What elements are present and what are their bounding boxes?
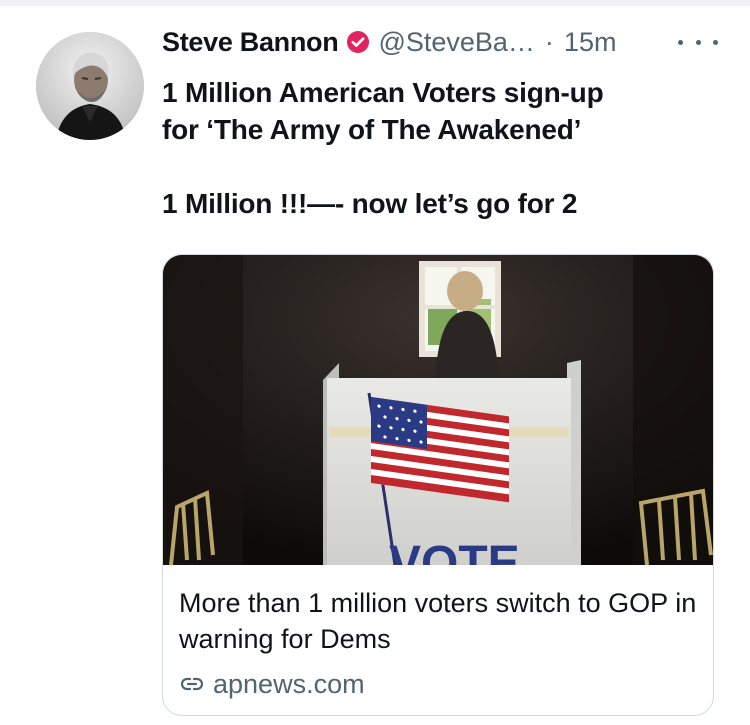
tweet-header: Steve Bannon @SteveBa… · 15m xyxy=(162,20,616,64)
avatar[interactable] xyxy=(36,32,144,140)
link-preview-card[interactable]: VOTE More than 1 million voters switch t… xyxy=(162,254,714,716)
more-dot xyxy=(713,39,718,45)
tweet-text-line: for ‘The Army of The Awakened’ xyxy=(162,114,582,145)
tweet-text-line: 1 Million !!!—- now let’s go for 2 xyxy=(162,188,578,219)
more-dot xyxy=(695,39,701,45)
link-domain-text: apnews.com xyxy=(213,668,365,699)
tweet-text: 1 Million American Voters sign-up for ‘T… xyxy=(162,74,722,222)
vote-text: VOTE xyxy=(389,537,520,565)
avatar-photo xyxy=(36,32,144,140)
verified-badge-icon xyxy=(346,30,370,54)
timestamp[interactable]: 15m xyxy=(564,27,617,58)
top-divider xyxy=(0,0,750,6)
display-name[interactable]: Steve Bannon xyxy=(162,27,339,58)
more-horizontal-icon[interactable] xyxy=(678,30,718,54)
link-card-title[interactable]: More than 1 million voters switch to GOP… xyxy=(179,585,704,657)
more-dot xyxy=(678,39,683,45)
user-handle[interactable]: @SteveBa… xyxy=(378,27,534,58)
link-icon xyxy=(179,671,205,697)
dot-separator: · xyxy=(544,26,554,57)
link-card-domain[interactable]: apnews.com xyxy=(179,667,365,701)
tweet-text-line: 1 Million American Voters sign-up xyxy=(162,77,604,108)
link-card-image[interactable]: VOTE xyxy=(163,255,713,565)
